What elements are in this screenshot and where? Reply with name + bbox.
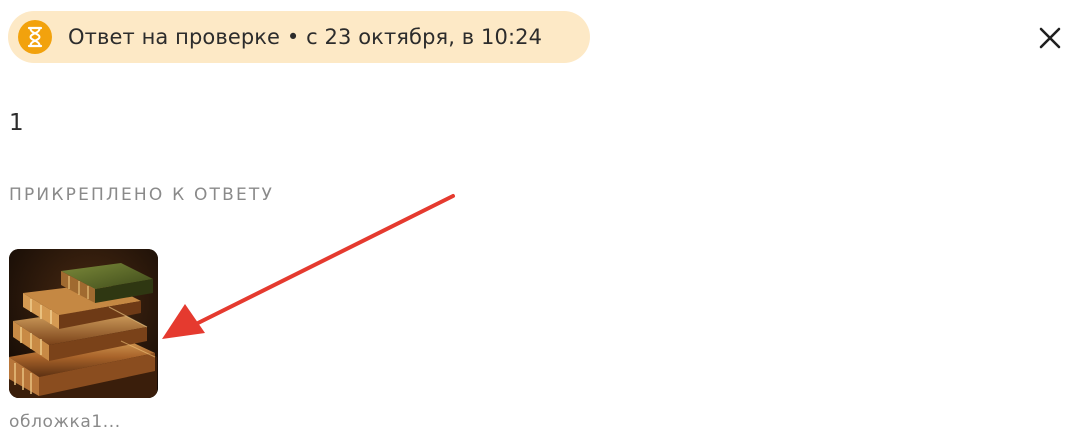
status-badge: Ответ на проверке • с 23 октября, в 10:2… (8, 11, 590, 63)
attachments-label: ПРИКРЕПЛЕНО К ОТВЕТУ (9, 185, 275, 205)
attachment-thumbnail[interactable] (9, 249, 158, 398)
close-button[interactable] (1034, 22, 1066, 54)
books-image (9, 249, 158, 398)
answer-text: 1 (9, 110, 24, 136)
answer-review-panel: Ответ на проверке • с 23 октября, в 10:2… (0, 0, 1070, 435)
status-text: Ответ на проверке • с 23 октября, в 10:2… (68, 25, 543, 49)
hourglass-icon (18, 20, 52, 54)
attachment-file-name[interactable]: обложка1... (9, 411, 121, 433)
red-arrow-icon (162, 194, 455, 339)
close-icon (1039, 27, 1061, 49)
